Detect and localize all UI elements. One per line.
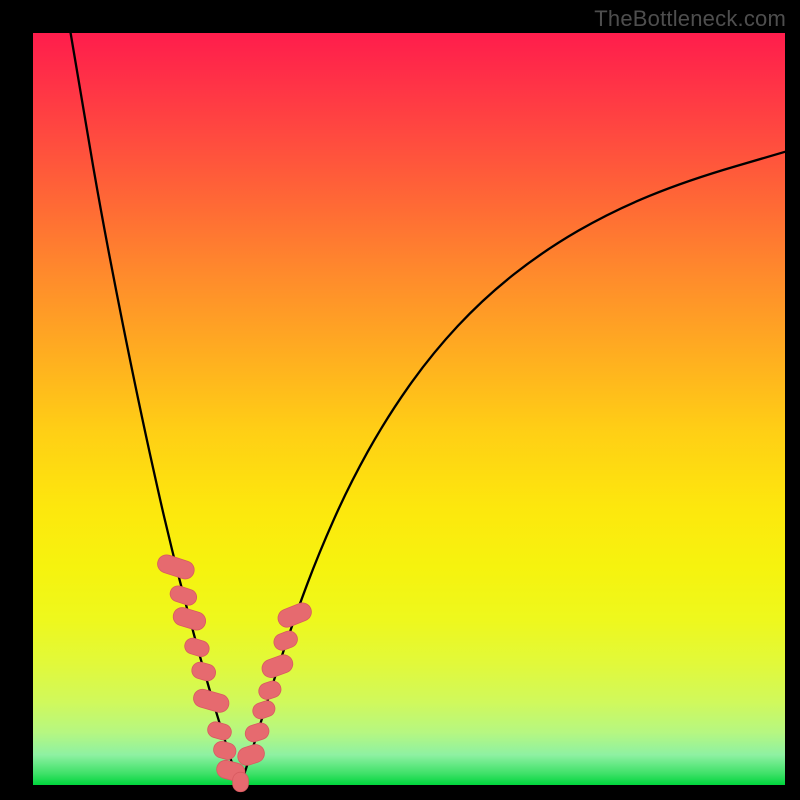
curve-marker [155, 553, 196, 582]
curve-marker [212, 740, 238, 762]
outer-frame: TheBottleneck.com [0, 0, 800, 800]
curve-marker [168, 584, 199, 607]
curve-left-curve [71, 33, 236, 776]
curve-marker [191, 687, 231, 714]
curve-marker [259, 652, 295, 680]
curve-marker [243, 721, 271, 744]
curve-layer [71, 33, 785, 776]
chart-svg [33, 33, 785, 785]
curve-marker [233, 772, 249, 792]
curve-marker [183, 636, 211, 658]
watermark-text: TheBottleneck.com [594, 6, 786, 32]
curve-marker [171, 605, 208, 632]
curve-marker [251, 699, 277, 721]
curve-marker [271, 629, 299, 653]
curve-marker [275, 600, 314, 630]
curve-marker [206, 720, 233, 742]
curve-right-curve [244, 152, 785, 776]
marker-layer [155, 553, 314, 792]
curve-marker [190, 660, 218, 683]
curve-marker [257, 679, 284, 702]
